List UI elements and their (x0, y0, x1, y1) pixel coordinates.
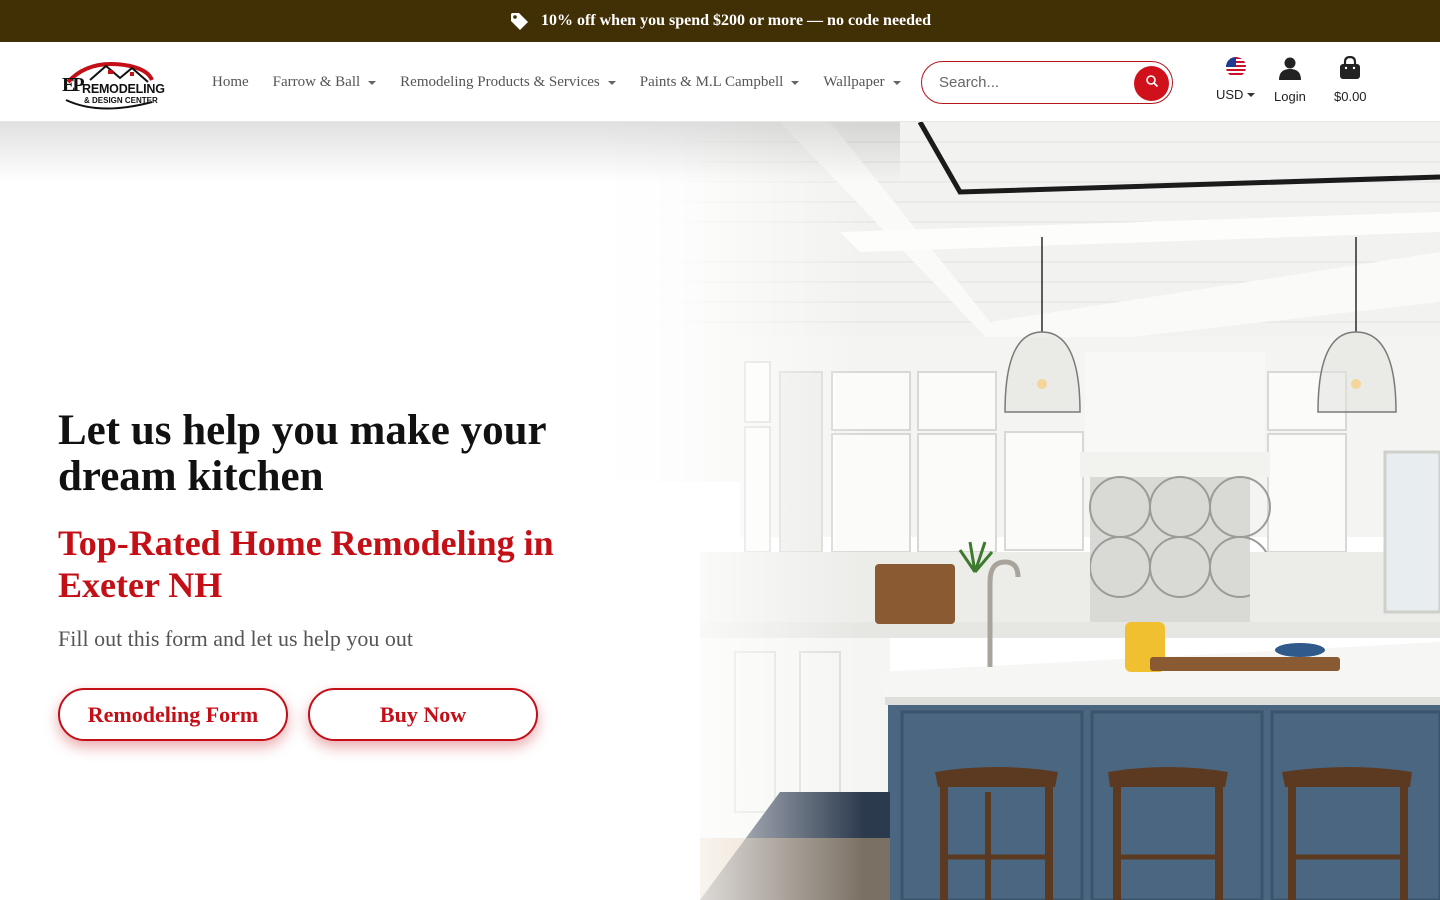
remodeling-form-button[interactable]: Remodeling Form (58, 688, 288, 741)
header-shadow (0, 122, 900, 182)
chevron-down-icon (368, 81, 377, 85)
search-button[interactable] (1134, 66, 1169, 101)
announcement-bar: 10% off when you spend $200 or more — no… (0, 0, 1440, 42)
search-input[interactable] (939, 74, 1129, 91)
search-box (921, 61, 1173, 104)
nav-item-home[interactable]: Home (212, 74, 249, 91)
buy-now-button[interactable]: Buy Now (308, 688, 538, 741)
site-header: EP REMODELING & DESIGN CENTER Home Farro… (0, 42, 1440, 122)
nav-item-remodeling-products[interactable]: Remodeling Products & Services (400, 74, 616, 91)
chevron-down-icon (791, 81, 800, 85)
login-label: Login (1274, 89, 1306, 104)
search-icon (1145, 74, 1159, 93)
logo-line2: & DESIGN CENTER (84, 96, 158, 105)
nav-item-label: Home (212, 73, 249, 90)
user-icon (1278, 56, 1302, 83)
shopping-bag-icon (1338, 55, 1362, 83)
logo-line1: REMODELING (82, 82, 165, 96)
hero-subtitle: Top-Rated Home Remodeling in Exeter NH (58, 523, 554, 605)
hero-content: Let us help you make your dream kitchen … (58, 408, 578, 741)
announcement-text: 10% off when you spend $200 or more — no… (540, 12, 932, 29)
main-nav: Home Farrow & Ball Remodeling Products &… (212, 42, 925, 122)
nav-item-label: Remodeling Products & Services (400, 73, 600, 90)
hero-title: Let us help you make your dream kitchen (58, 407, 546, 500)
logo-initials: EP (62, 74, 84, 96)
nav-item-label: Paints & M.L Campbell (639, 73, 784, 90)
chevron-down-icon (1247, 92, 1256, 97)
us-flag-icon (1225, 56, 1247, 81)
chevron-down-icon (892, 81, 901, 85)
cart-link[interactable]: $0.00 (1334, 55, 1367, 104)
currency-selector[interactable]: USD (1216, 56, 1256, 102)
currency-label: USD (1216, 87, 1244, 102)
hero-buttons: Remodeling Form Buy Now (58, 688, 578, 741)
nav-item-paints[interactable]: Paints & M.L Campbell (640, 74, 800, 91)
site-logo[interactable]: EP REMODELING & DESIGN CENTER (60, 54, 165, 112)
cart-total: $0.00 (1334, 89, 1367, 104)
tag-icon (509, 11, 529, 31)
nav-item-label: Wallpaper (823, 73, 885, 90)
login-link[interactable]: Login (1274, 56, 1306, 104)
hero-description: Fill out this form and let us help you o… (58, 626, 414, 651)
hero-section: Let us help you make your dream kitchen … (0, 122, 1440, 900)
nav-item-label: Farrow & Ball (272, 73, 361, 90)
nav-item-farrow-ball[interactable]: Farrow & Ball (273, 74, 377, 91)
nav-item-wallpaper[interactable]: Wallpaper (823, 73, 901, 91)
chevron-down-icon (607, 81, 616, 85)
